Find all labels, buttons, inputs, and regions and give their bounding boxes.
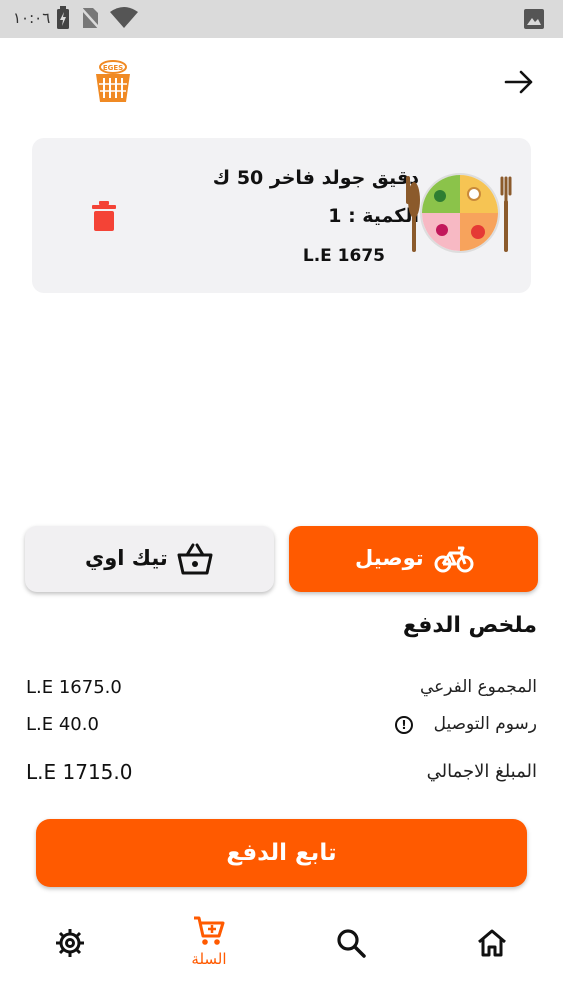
summary-title: ملخص الدفع <box>402 613 537 638</box>
item-name: دقيق جولد فاخر 50 ك <box>212 167 419 189</box>
info-icon[interactable]: ! <box>395 716 413 734</box>
takeaway-label: تيك اوي <box>85 546 168 570</box>
gear-icon <box>56 929 84 957</box>
nav-cart-label: السلة <box>191 950 227 968</box>
battery-charging-icon <box>57 6 69 29</box>
image-notification-icon <box>524 9 544 29</box>
bottom-nav: السلة <box>0 900 563 1000</box>
delete-item-icon[interactable] <box>91 200 117 232</box>
delivery-label: توصيل <box>355 546 424 570</box>
item-price: L.E 1675 <box>302 246 385 266</box>
wifi-icon <box>110 7 138 28</box>
store-logo: EGES <box>96 60 130 102</box>
delivery-fee-label: رسوم التوصيل <box>433 714 537 734</box>
subtotal-label: المجموع الفرعي <box>419 677 537 697</box>
basket-icon <box>177 543 213 575</box>
delivery-fee-value: L.E 40.0 <box>26 714 99 735</box>
status-icons <box>56 6 138 30</box>
total-value: L.E 1715.0 <box>26 760 133 784</box>
nav-search[interactable] <box>321 914 381 984</box>
status-time: ١٠:٠٦ <box>13 9 51 27</box>
product-image <box>406 173 512 253</box>
total-label: المبلغ الاجمالي <box>426 761 537 782</box>
status-bar: ١٠:٠٦ <box>0 0 563 38</box>
svg-text:EGES: EGES <box>103 64 123 72</box>
home-icon <box>478 929 506 957</box>
cart-icon <box>194 916 225 945</box>
back-arrow-icon[interactable] <box>503 66 535 98</box>
takeaway-button[interactable]: تيك اوي <box>25 526 274 592</box>
delivery-button[interactable]: توصيل <box>289 526 538 592</box>
checkout-button[interactable]: تابع الدفع <box>36 819 527 887</box>
subtotal-value: L.E 1675.0 <box>26 677 122 698</box>
nav-cart[interactable]: السلة <box>179 914 239 984</box>
bicycle-icon <box>434 546 474 573</box>
no-sim-icon <box>80 7 100 29</box>
nav-home[interactable] <box>462 914 522 984</box>
app-bar <box>0 38 563 130</box>
search-icon <box>337 929 366 958</box>
nav-settings[interactable] <box>40 914 100 984</box>
